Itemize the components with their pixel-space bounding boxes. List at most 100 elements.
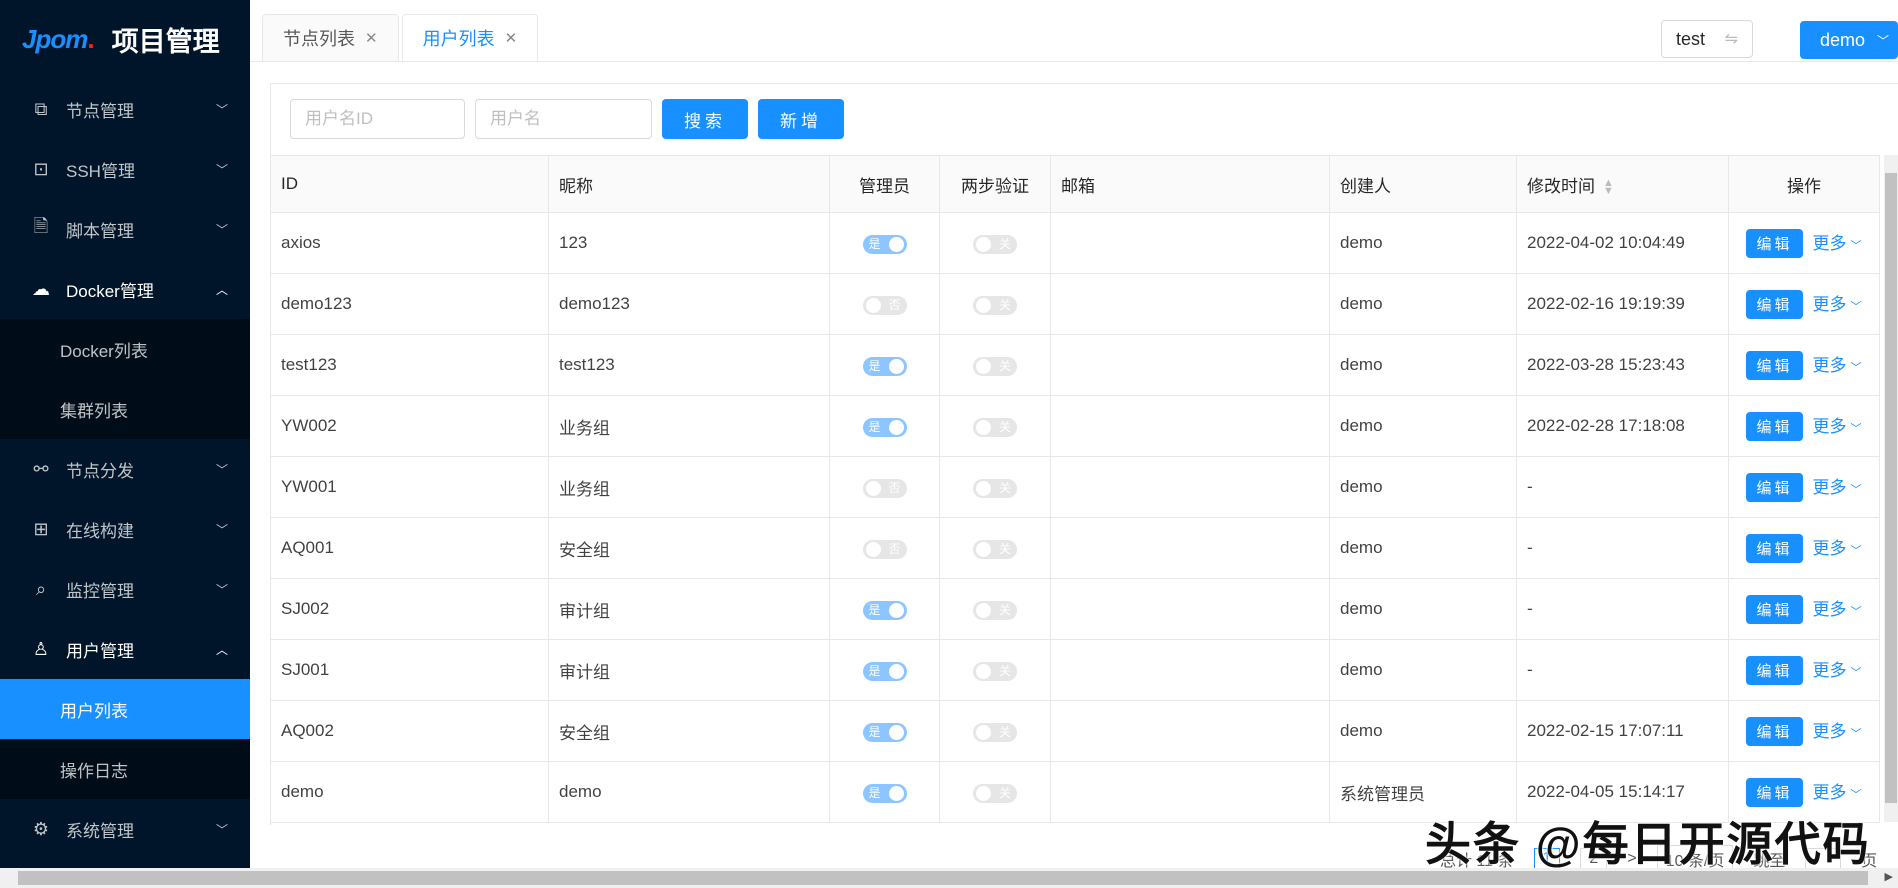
cell-nickname: 审计组 bbox=[548, 639, 830, 701]
close-icon[interactable]: ✕ bbox=[365, 29, 378, 47]
two-factor-toggle[interactable]: 关 bbox=[973, 722, 1017, 742]
menu-icon: ♙ bbox=[32, 638, 50, 659]
scrollbar-thumb[interactable] bbox=[18, 871, 1868, 885]
sidebar-item-label: 节点分发 bbox=[66, 461, 134, 481]
menu-icon: ☁ bbox=[32, 278, 50, 299]
cell-creator: demo bbox=[1329, 334, 1517, 396]
chevron-down-icon: ﹀ bbox=[215, 102, 228, 117]
admin-toggle[interactable]: 是 bbox=[862, 783, 907, 803]
more-dropdown[interactable]: 更多 ﹀ bbox=[1813, 783, 1862, 802]
two-factor-toggle[interactable]: 关 bbox=[973, 234, 1017, 254]
admin-toggle[interactable]: 是 bbox=[862, 356, 907, 376]
col-nickname: 昵称 bbox=[548, 155, 830, 213]
admin-toggle[interactable]: 否 bbox=[862, 539, 907, 559]
edit-button[interactable]: 编辑 bbox=[1746, 289, 1803, 319]
submenu-item[interactable]: 用户列表 bbox=[0, 679, 250, 739]
cell-id: SJ002 bbox=[270, 578, 549, 640]
menu-icon: ⊡ bbox=[33, 158, 49, 179]
close-icon[interactable]: ✕ bbox=[505, 29, 518, 47]
search-button[interactable]: 搜索 bbox=[662, 99, 748, 139]
sidebar-item-1[interactable]: ⊡ SSH管理 ﹀ bbox=[0, 139, 250, 199]
sidebar-item-6[interactable]: ⌕ 监控管理 ﹀ bbox=[0, 559, 250, 619]
edit-button[interactable]: 编辑 bbox=[1746, 533, 1803, 563]
cell-id: axios bbox=[270, 212, 549, 274]
cell-modified-time: - bbox=[1516, 578, 1729, 640]
admin-toggle[interactable]: 是 bbox=[862, 417, 907, 437]
more-dropdown[interactable]: 更多 ﹀ bbox=[1813, 539, 1862, 558]
col-id: ID bbox=[270, 155, 549, 213]
two-factor-toggle[interactable]: 关 bbox=[973, 661, 1017, 681]
edit-button[interactable]: 编辑 bbox=[1746, 472, 1803, 502]
cell-nickname: 安全组 bbox=[548, 700, 830, 762]
two-factor-toggle[interactable]: 关 bbox=[973, 600, 1017, 620]
horizontal-scrollbar[interactable]: ▶ bbox=[0, 868, 1898, 888]
admin-toggle[interactable]: 是 bbox=[862, 661, 907, 681]
more-dropdown[interactable]: 更多 ﹀ bbox=[1813, 661, 1862, 680]
submenu-item[interactable]: 集群列表 bbox=[0, 379, 250, 439]
more-dropdown[interactable]: 更多 ﹀ bbox=[1813, 478, 1862, 497]
submenu-label: Docker列表 bbox=[60, 341, 148, 361]
more-dropdown[interactable]: 更多 ﹀ bbox=[1813, 600, 1862, 619]
tab-label: 用户列表 bbox=[422, 29, 495, 49]
more-dropdown[interactable]: 更多 ﹀ bbox=[1813, 356, 1862, 375]
two-factor-toggle[interactable]: 关 bbox=[973, 539, 1017, 559]
tab-user-list[interactable]: 用户列表 ✕ bbox=[401, 14, 539, 62]
two-factor-toggle[interactable]: 关 bbox=[973, 783, 1017, 803]
submenu-item[interactable]: Docker列表 bbox=[0, 319, 250, 379]
tab-node-list[interactable]: 节点列表 ✕ bbox=[262, 14, 399, 62]
table-row: SJ002 审计组 是 关 demo - 编辑 更多 ﹀ bbox=[270, 578, 1880, 640]
sidebar-item-2[interactable]: 🗎 脚本管理 ﹀ bbox=[0, 199, 250, 259]
edit-button[interactable]: 编辑 bbox=[1746, 777, 1803, 807]
col-label: 修改时间 bbox=[1527, 176, 1595, 196]
cell-id: YW002 bbox=[270, 395, 549, 457]
chevron-down-icon: ﹀ bbox=[1877, 33, 1890, 48]
admin-toggle[interactable]: 否 bbox=[862, 295, 907, 315]
table-row: demo123 demo123 否 关 demo 2022-02-16 19:1… bbox=[270, 273, 1880, 335]
sidebar-item-0[interactable]: ⧉ 节点管理 ﹀ bbox=[0, 79, 250, 139]
cell-nickname: 123 bbox=[548, 212, 830, 274]
more-label: 更多 bbox=[1812, 233, 1847, 253]
admin-toggle[interactable]: 是 bbox=[862, 722, 907, 742]
sidebar-item-3[interactable]: ☁ Docker管理 ︿ bbox=[0, 259, 250, 319]
two-factor-toggle[interactable]: 关 bbox=[973, 295, 1017, 315]
edit-button[interactable]: 编辑 bbox=[1746, 716, 1803, 746]
username-input[interactable] bbox=[475, 99, 652, 139]
cell-nickname: 业务组 bbox=[548, 395, 830, 457]
edit-button[interactable]: 编辑 bbox=[1746, 350, 1803, 380]
swap-icon: ⇋ bbox=[1724, 31, 1738, 48]
chevron-down-icon: ﹀ bbox=[215, 582, 228, 597]
sidebar-item-label: 脚本管理 bbox=[66, 221, 134, 241]
divider bbox=[250, 61, 1898, 62]
edit-button[interactable]: 编辑 bbox=[1746, 655, 1803, 685]
two-factor-toggle[interactable]: 关 bbox=[973, 417, 1017, 437]
more-dropdown[interactable]: 更多 ﹀ bbox=[1813, 722, 1862, 741]
submenu-item[interactable]: 操作日志 bbox=[0, 739, 250, 799]
sort-icon[interactable]: ▲ ▼ bbox=[1603, 178, 1614, 197]
edit-button[interactable]: 编辑 bbox=[1746, 594, 1803, 624]
more-dropdown[interactable]: 更多 ﹀ bbox=[1813, 234, 1862, 253]
more-label: 更多 bbox=[1812, 721, 1847, 741]
admin-toggle[interactable]: 是 bbox=[862, 234, 907, 254]
sidebar-item-5[interactable]: ⊞ 在线构建 ﹀ bbox=[0, 499, 250, 559]
admin-toggle[interactable]: 否 bbox=[862, 478, 907, 498]
admin-toggle[interactable]: 是 bbox=[862, 600, 907, 620]
add-button[interactable]: 新增 bbox=[758, 99, 844, 139]
more-label: 更多 bbox=[1812, 782, 1847, 802]
edit-button[interactable]: 编辑 bbox=[1746, 228, 1803, 258]
user-menu-button[interactable]: demo ﹀ bbox=[1800, 21, 1898, 59]
sidebar-item-7[interactable]: ♙ 用户管理 ︿ bbox=[0, 619, 250, 679]
sidebar-item-8[interactable]: ⚙ 系统管理 ﹀ bbox=[0, 799, 250, 859]
sidebar-item-4[interactable]: ⚯ 节点分发 ﹀ bbox=[0, 439, 250, 499]
scrollbar-thumb[interactable] bbox=[1885, 173, 1897, 803]
col-modified-time[interactable]: 修改时间 ▲ ▼ bbox=[1516, 155, 1729, 213]
user-id-input[interactable] bbox=[290, 99, 465, 139]
more-dropdown[interactable]: 更多 ﹀ bbox=[1813, 295, 1862, 314]
two-factor-toggle[interactable]: 关 bbox=[973, 356, 1017, 376]
edit-button[interactable]: 编辑 bbox=[1746, 411, 1803, 441]
more-dropdown[interactable]: 更多 ﹀ bbox=[1813, 417, 1862, 436]
vertical-scrollbar[interactable] bbox=[1884, 155, 1898, 822]
two-factor-toggle[interactable]: 关 bbox=[973, 478, 1017, 498]
arrow-right-icon[interactable]: ▶ bbox=[1885, 870, 1893, 883]
sidebar-item-label: Docker管理 bbox=[66, 281, 154, 301]
workspace-select[interactable]: test ⇋ bbox=[1661, 20, 1753, 58]
